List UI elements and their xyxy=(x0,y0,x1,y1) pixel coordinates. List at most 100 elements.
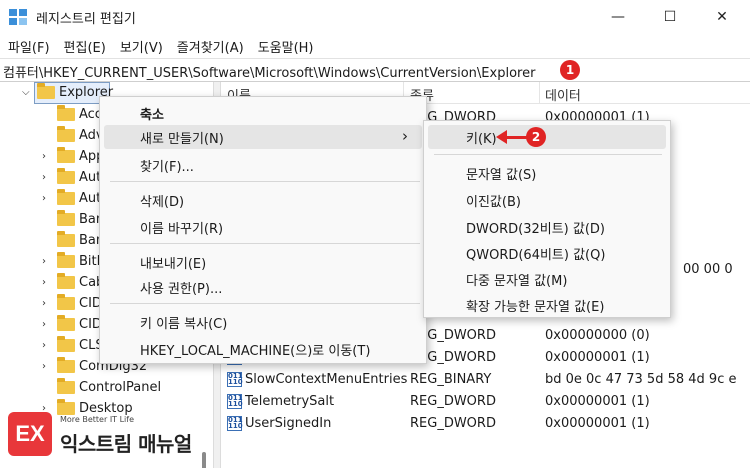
value-data: 0x00000001 (1) xyxy=(545,394,650,409)
chevron-right-icon[interactable]: › xyxy=(42,256,46,267)
menu-item-collapse[interactable]: 축소 xyxy=(140,101,164,125)
chevron-right-icon[interactable]: › xyxy=(42,277,46,288)
value-data: bd 0e 0c 47 73 5d 58 4d 9c e xyxy=(545,372,737,387)
folder-icon xyxy=(57,336,75,352)
step-badge-1: 1 xyxy=(560,60,580,80)
tree-item[interactable]: ControlPanel xyxy=(57,377,161,398)
menu-edit[interactable]: 편집(E) xyxy=(56,34,112,58)
folder-icon xyxy=(57,168,75,184)
submenu-highlight xyxy=(428,125,666,149)
logo-mark: EX xyxy=(8,412,52,456)
menu-bar: 파일(F) 편집(E) 보기(V) 즐겨찾기(A) 도움말(H) xyxy=(0,34,750,58)
submenu-item-key[interactable]: 키(K) xyxy=(466,125,497,149)
reg-binary-icon: 011 110 xyxy=(227,416,243,431)
submenu-item-multi-string[interactable]: 다중 문자열 값(M) xyxy=(466,267,567,291)
chevron-right-icon[interactable]: › xyxy=(42,151,46,162)
tree-item[interactable]: App xyxy=(57,146,104,167)
value-data: 0x00000001 (1) xyxy=(545,416,650,431)
menu-item-copy-key-name[interactable]: 키 이름 복사(C) xyxy=(140,310,227,334)
folder-icon xyxy=(57,294,75,310)
folder-icon xyxy=(57,189,75,205)
value-type: REG_DWORD xyxy=(410,394,496,409)
maximize-button[interactable]: ☐ xyxy=(644,0,696,34)
context-menu: 축소 새로 만들기(N) › 찾기(F)... 삭제(D) 이름 바꾸기(R) … xyxy=(99,96,427,364)
menu-favorites[interactable]: 즐겨찾기(A) xyxy=(169,34,250,58)
tree-item[interactable]: Acc xyxy=(57,104,102,125)
chevron-right-icon[interactable]: › xyxy=(42,193,46,204)
value-name: UserSignedIn xyxy=(245,416,332,431)
minimize-button[interactable]: — xyxy=(592,0,644,34)
tree-item[interactable]: CID xyxy=(57,314,102,335)
tree-item[interactable]: CID xyxy=(57,293,102,314)
table-row[interactable]: 011 110 TelemetrySalt REG_DWORD 0x000000… xyxy=(221,391,750,412)
column-header-data[interactable]: 데이터 xyxy=(545,85,581,104)
menu-divider xyxy=(434,154,662,155)
step-badge-2: 2 xyxy=(526,127,546,147)
chevron-right-icon[interactable]: › xyxy=(42,319,46,330)
tree-item-label: ControlPanel xyxy=(79,380,162,395)
column-divider[interactable] xyxy=(539,82,540,104)
close-button[interactable]: ✕ xyxy=(696,0,748,34)
chevron-right-icon[interactable]: › xyxy=(42,298,46,309)
tree-item-label: Aut xyxy=(79,170,102,185)
folder-icon xyxy=(57,105,75,121)
submenu-item-dword[interactable]: DWORD(32비트) 값(D) xyxy=(466,215,605,239)
new-submenu: 키(K) 문자열 값(S) 이진값(B) DWORD(32비트) 값(D) QW… xyxy=(423,120,671,318)
table-row[interactable]: 011 110 UserSignedIn REG_DWORD 0x0000000… xyxy=(221,413,750,434)
tree-item[interactable]: Cab xyxy=(57,272,104,293)
menu-item-delete[interactable]: 삭제(D) xyxy=(140,188,184,212)
menu-item-find[interactable]: 찾기(F)... xyxy=(140,153,194,177)
tree-item[interactable]: Adv xyxy=(57,125,104,146)
menu-help[interactable]: 도움말(H) xyxy=(250,34,320,58)
submenu-item-expandable-string[interactable]: 확장 가능한 문자열 값(E) xyxy=(466,293,604,317)
menu-item-permissions[interactable]: 사용 권한(P)... xyxy=(140,275,222,299)
tree-item[interactable]: Aut xyxy=(57,188,101,209)
menu-divider xyxy=(110,303,420,304)
chevron-right-icon[interactable]: › xyxy=(42,340,46,351)
menu-item-new[interactable]: 새로 만들기(N) xyxy=(140,125,224,149)
folder-icon xyxy=(57,126,75,142)
address-bar[interactable]: 컴퓨터\HKEY_CURRENT_USER\Software\Microsoft… xyxy=(0,58,750,82)
tree-item[interactable]: Ban xyxy=(57,209,104,230)
menu-file[interactable]: 파일(F) xyxy=(0,34,56,58)
table-row[interactable]: 011 110 SlowContextMenuEntries REG_BINAR… xyxy=(221,369,750,390)
folder-icon xyxy=(57,315,75,331)
tree-item[interactable]: Aut xyxy=(57,167,101,188)
logo-name: 익스트림 매뉴얼 xyxy=(60,432,192,456)
title-bar: 레지스트리 편집기 — ☐ ✕ xyxy=(0,0,750,34)
value-data: 0x00000001 (1) xyxy=(545,350,650,365)
value-data: 0x00000000 (0) xyxy=(545,328,650,343)
value-name: SlowContextMenuEntries xyxy=(245,372,408,387)
folder-icon xyxy=(57,147,75,163)
folder-icon xyxy=(57,378,75,394)
window-title: 레지스트리 편집기 xyxy=(36,12,136,27)
submenu-item-binary[interactable]: 이진값(B) xyxy=(466,188,521,212)
folder-icon xyxy=(57,210,75,226)
menu-divider xyxy=(110,243,420,244)
folder-icon xyxy=(57,231,75,247)
value-name: TelemetrySalt xyxy=(245,394,335,409)
site-logo: EX More Better IT Life 익스트림 매뉴얼 xyxy=(8,412,213,462)
menu-item-export[interactable]: 내보내기(E) xyxy=(140,250,206,274)
tree-item[interactable]: BitE xyxy=(57,251,105,272)
chevron-right-icon[interactable]: › xyxy=(42,172,46,183)
tree-item[interactable]: Ban xyxy=(57,230,104,251)
submenu-item-string[interactable]: 문자열 값(S) xyxy=(466,161,536,185)
menu-item-goto-hklm[interactable]: HKEY_LOCAL_MACHINE(으)로 이동(T) xyxy=(140,337,370,361)
callout-arrow-line xyxy=(505,136,527,139)
tree-item[interactable]: CLS xyxy=(57,335,104,356)
submenu-arrow-icon: › xyxy=(402,127,408,145)
folder-icon xyxy=(57,273,75,289)
menu-item-rename[interactable]: 이름 바꾸기(R) xyxy=(140,215,223,239)
chevron-right-icon[interactable]: › xyxy=(42,361,46,372)
value-type: REG_DWORD xyxy=(410,416,496,431)
menu-view[interactable]: 보기(V) xyxy=(112,34,169,58)
submenu-item-qword[interactable]: QWORD(64비트) 값(Q) xyxy=(466,241,605,265)
reg-binary-icon: 011 110 xyxy=(227,372,243,387)
reg-binary-icon: 011 110 xyxy=(227,394,243,409)
value-type: REG_BINARY xyxy=(410,372,492,387)
chevron-down-icon[interactable]: ⌵ xyxy=(22,87,30,98)
folder-icon xyxy=(57,357,75,373)
folder-icon xyxy=(37,83,55,99)
folder-icon xyxy=(57,252,75,268)
